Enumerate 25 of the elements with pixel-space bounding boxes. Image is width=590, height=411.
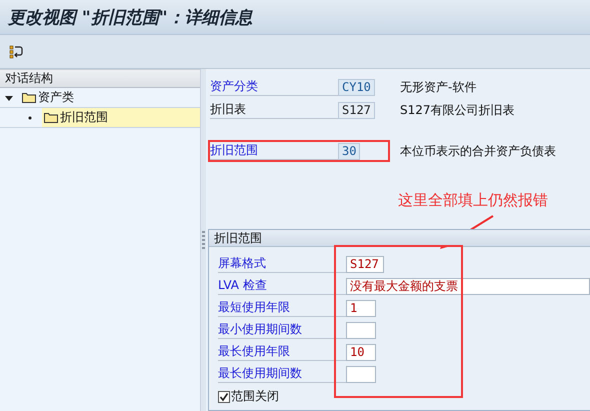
group-title: 折旧范围 — [209, 230, 590, 247]
input-field[interactable]: 10 — [346, 344, 376, 360]
folder-icon — [22, 92, 36, 103]
annotation-note: 这里全部填上仍然报错 — [398, 191, 549, 211]
tree-item[interactable]: 折旧范围 — [42, 108, 200, 127]
bullet-icon — [28, 116, 32, 120]
input-field[interactable]: 没有最大金额的支票 — [346, 278, 590, 294]
input-field[interactable] — [346, 366, 376, 382]
window-title: 更改视图 "折旧范围"：详细信息 — [8, 6, 253, 28]
toggle-icon[interactable] — [9, 44, 23, 58]
checkbox-label: 范围关闭 — [231, 388, 279, 405]
folder-icon — [44, 112, 58, 123]
input-field[interactable] — [346, 322, 376, 338]
field-description: 本位币表示的合并资产负债表 — [400, 142, 556, 160]
input-field[interactable]: 1 — [346, 300, 376, 316]
field-description: S127有限公司折旧表 — [400, 102, 515, 118]
value-field[interactable]: S127 — [338, 102, 375, 118]
tree-item[interactable]: 资产类 — [20, 88, 76, 107]
field-description: 无形资产-软件 — [400, 78, 476, 96]
checkbox[interactable] — [218, 390, 230, 402]
input-field[interactable]: S127 — [346, 256, 384, 272]
value-field[interactable]: CY10 — [338, 78, 375, 96]
panel-header: 对话结构 — [0, 69, 200, 88]
value-field[interactable]: 30 — [338, 142, 360, 160]
splitter-handle[interactable] — [200, 69, 206, 411]
